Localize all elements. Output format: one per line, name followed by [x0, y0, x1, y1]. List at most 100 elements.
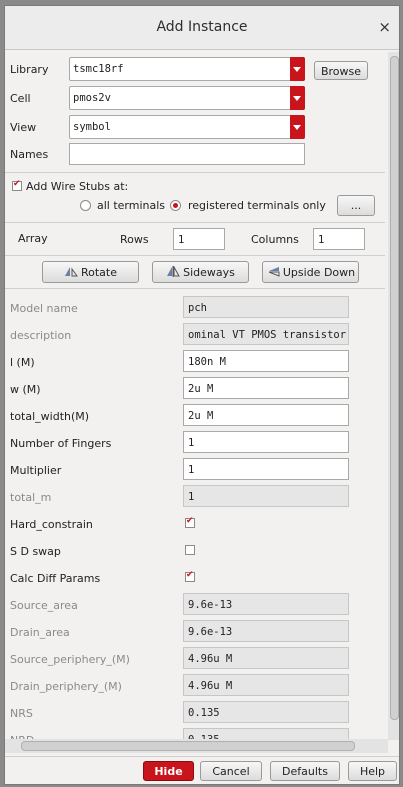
hide-button[interactable]: Hide [143, 761, 194, 781]
help-label: Help [359, 765, 386, 778]
param-field: 1 [183, 485, 349, 507]
cell-value: pmos2v [73, 92, 111, 104]
upside-down-icon [268, 267, 280, 277]
upside-down-button[interactable]: Upside Down [262, 261, 359, 283]
names-label: Names [10, 148, 49, 161]
param-label: Drain_periphery_(M) [10, 680, 122, 693]
rows-value: 1 [178, 234, 185, 246]
registered-terminals-label: registered terminals only [188, 199, 326, 212]
library-combo[interactable]: tsmc18rf [69, 57, 305, 81]
param-label: Hard_constrain [10, 518, 93, 531]
param-checkbox[interactable] [185, 570, 195, 582]
param-field[interactable]: 2u M [183, 377, 349, 399]
wire-stubs-checkbox[interactable] [12, 179, 22, 191]
library-label: Library [10, 63, 49, 76]
cancel-button[interactable]: Cancel [200, 761, 262, 781]
param-value: 180n M [188, 356, 226, 368]
param-label: Drain_area [10, 626, 70, 639]
chevron-down-icon[interactable] [290, 115, 305, 139]
param-field[interactable]: 1 [183, 458, 349, 480]
upside-down-label: Upside Down [282, 266, 356, 279]
horizontal-scrollbar[interactable] [5, 739, 388, 753]
param-field: ominal VT PMOS transistor [183, 323, 349, 345]
param-label: S D swap [10, 545, 61, 558]
param-field: 0.135 [183, 701, 349, 723]
param-label: description [10, 329, 72, 342]
param-label: Model name [10, 302, 78, 315]
columns-input[interactable]: 1 [313, 228, 365, 250]
hide-label: Hide [154, 765, 183, 778]
view-combo[interactable]: symbol [69, 115, 305, 139]
array-label: Array [18, 232, 48, 245]
columns-label: Columns [251, 233, 299, 246]
param-field[interactable]: 2u M [183, 404, 349, 426]
param-label: NRS [10, 707, 33, 720]
sideways-icon [167, 265, 180, 277]
vertical-scrollbar[interactable] [388, 52, 399, 740]
param-value: 4.96u M [188, 653, 233, 665]
divider [5, 222, 385, 223]
param-label: total_width(M) [10, 410, 90, 423]
param-checkbox[interactable] [185, 516, 195, 528]
param-value: 4.96u M [188, 680, 233, 692]
more-options-button[interactable]: ... [337, 195, 375, 216]
names-input[interactable] [69, 143, 305, 165]
sideways-label: Sideways [183, 266, 235, 279]
divider [5, 288, 385, 289]
view-label: View [10, 121, 37, 134]
browse-button[interactable]: Browse [314, 61, 368, 80]
defaults-button[interactable]: Defaults [270, 761, 340, 781]
more-options-label: ... [350, 199, 362, 212]
param-field: pch [183, 296, 349, 318]
cell-label: Cell [10, 92, 31, 105]
rotate-button[interactable]: Rotate [42, 261, 139, 283]
param-value: 9.6e-13 [188, 599, 233, 611]
columns-value: 1 [318, 234, 325, 246]
param-label: Multiplier [10, 464, 62, 477]
help-button[interactable]: Help [348, 761, 397, 781]
cancel-label: Cancel [212, 765, 250, 778]
param-label: Source_area [10, 599, 78, 612]
sideways-button[interactable]: Sideways [152, 261, 249, 283]
param-label: Number of Fingers [10, 437, 112, 450]
registered-terminals-radio[interactable] [170, 200, 181, 211]
all-terminals-radio[interactable] [80, 200, 91, 211]
param-label: Calc Diff Params [10, 572, 101, 585]
param-checkbox[interactable] [185, 545, 195, 555]
button-bar: Hide Cancel Defaults Help [5, 756, 399, 784]
param-label: l (M) [10, 356, 35, 369]
param-label: total_m [10, 491, 52, 504]
cell-combo[interactable]: pmos2v [69, 86, 305, 110]
horizontal-scroll-thumb[interactable] [21, 741, 355, 751]
divider [5, 255, 385, 256]
title-bar[interactable]: Add Instance × [5, 6, 399, 50]
divider [5, 172, 385, 173]
param-value: ominal VT PMOS transistor [188, 329, 347, 341]
param-field: 4.96u M [183, 674, 349, 696]
chevron-down-icon[interactable] [290, 86, 305, 110]
param-value: 1 [188, 491, 195, 503]
all-terminals-label: all terminals [97, 199, 166, 212]
library-value: tsmc18rf [73, 63, 124, 75]
rotate-label: Rotate [80, 266, 117, 279]
param-label: Source_periphery_(M) [10, 653, 130, 666]
view-value: symbol [73, 121, 111, 133]
close-icon[interactable]: × [378, 18, 391, 36]
chevron-down-icon[interactable] [290, 57, 305, 81]
param-field: 9.6e-13 [183, 593, 349, 615]
defaults-label: Defaults [282, 765, 328, 778]
rows-label: Rows [120, 233, 149, 246]
param-label: w (M) [10, 383, 41, 396]
param-field: 9.6e-13 [183, 620, 349, 642]
vertical-scroll-thumb[interactable] [390, 56, 399, 720]
browse-label: Browse [320, 65, 362, 78]
param-value: 2u M [188, 410, 214, 422]
param-field[interactable]: 1 [183, 431, 349, 453]
wire-stubs-label: Add Wire Stubs at: [26, 180, 129, 193]
add-instance-dialog: Add Instance × Library tsmc18rf Browse C… [4, 5, 400, 785]
param-value: 1 [188, 464, 195, 476]
param-value: pch [188, 302, 207, 314]
rotate-icon [64, 267, 78, 277]
rows-input[interactable]: 1 [173, 228, 225, 250]
param-field[interactable]: 180n M [183, 350, 349, 372]
